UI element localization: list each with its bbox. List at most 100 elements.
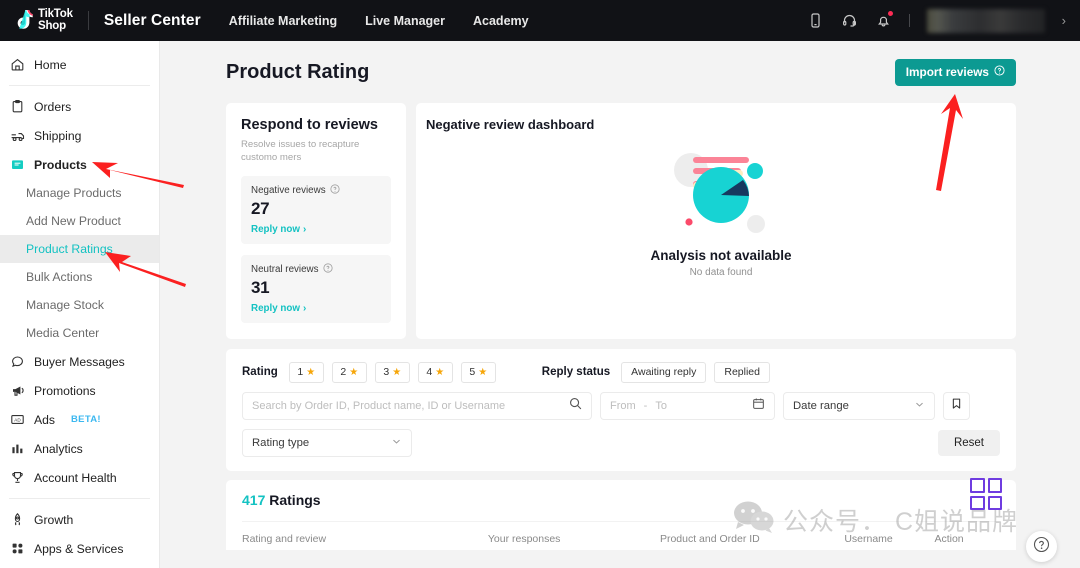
ad-icon: AD [10,412,25,427]
bar-chart-icon [10,441,25,456]
question-circle-icon[interactable] [330,184,340,197]
rating-filter-label: Rating [242,366,278,379]
rating-type-select[interactable]: Rating type [242,428,412,457]
sidebar-item-products[interactable]: Products [0,150,159,179]
search-icon[interactable] [569,397,582,415]
date-from-placeholder: From [610,399,636,412]
sidebar-item-product-ratings[interactable]: Product Ratings [0,235,159,263]
sidebar-label-manage-stock: Manage Stock [26,298,104,312]
negative-reviews-stat: Negative reviews 27 Reply now › [241,175,391,244]
help-floating-button[interactable] [1026,531,1057,562]
search-input-wrapper[interactable] [242,391,592,420]
grid-cell-2 [987,478,1002,493]
sidebar-label-account-health: Account Health [34,470,117,485]
headset-support-icon[interactable] [841,12,858,29]
negative-reply-now-link[interactable]: Reply now › [251,224,381,235]
top-nav-links: Affiliate Marketing Live Manager Academy [229,14,529,28]
dashboard-card-title: Negative review dashboard [426,117,595,132]
bell-notification-icon[interactable] [875,11,893,29]
nav-affiliate-marketing[interactable]: Affiliate Marketing [229,14,337,28]
filters-card: Rating 1 ★ 2 ★ 3 ★ 4 ★ 5 ★ Reply status … [226,348,1016,471]
nav-live-manager[interactable]: Live Manager [365,14,445,28]
negative-reviews-label: Negative reviews [251,184,326,196]
empty-state-subtitle: No data found [689,267,753,278]
sidebar-label-orders: Orders [34,99,72,114]
respond-card-subtitle: Resolve issues to recapture customo mers [241,139,360,163]
sidebar-item-ads[interactable]: AD Ads BETA! [0,405,159,434]
sidebar-label-product-ratings: Product Ratings [26,242,113,256]
negative-reviews-label-row: Negative reviews [251,184,381,197]
rating-chip-1-label: 1 [297,366,304,379]
save-filter-bookmark-button[interactable] [943,391,970,420]
sidebar-label-bulk-actions: Bulk Actions [26,270,93,284]
main-content: Product Rating Import reviews Respond to… [160,41,1080,568]
respond-card-title: Respond to reviews [241,117,378,133]
question-circle-icon [1033,536,1050,558]
calendar-icon[interactable] [752,397,765,415]
neutral-reviews-stat: Neutral reviews 31 Reply now › [241,254,391,323]
grid-cell-1 [970,478,985,493]
sidebar-item-shipping[interactable]: Shipping [0,121,159,150]
sidebar-item-bulk-actions[interactable]: Bulk Actions [0,263,159,291]
star-icon: ★ [478,366,488,378]
question-circle-icon[interactable] [322,263,333,276]
rating-chip-4[interactable]: 4 ★ [417,361,453,383]
sidebar-item-manage-stock[interactable]: Manage Stock [0,291,159,319]
reply-status-chip-replied[interactable]: Replied [714,361,770,383]
chevron-down-icon [391,436,402,450]
neutral-reviews-label: Neutral reviews [251,263,319,275]
reset-filters-button[interactable]: Reset [937,429,1000,456]
sidebar-separator-top [9,85,150,86]
rating-chip-5[interactable]: 5 ★ [460,361,496,383]
sidebar-item-media-center[interactable]: Media Center [0,319,159,347]
app-root: TikTok Shop Seller Center Affiliate Mark… [0,0,1080,568]
sidebar-item-manage-products[interactable]: Manage Products [0,179,159,207]
sidebar-item-home[interactable]: Home [0,50,159,79]
rating-chip-5-label: 5 [469,366,476,379]
ratings-count: 417 Ratings [242,492,1000,508]
logo-line-2: Shop [38,19,66,32]
seller-center-title: Seller Center [103,11,201,29]
empty-state-title: Analysis not available [650,248,792,263]
filter-row-rating-type: Rating type Reset [242,428,1000,457]
sidebar-label-growth: Growth [34,512,74,527]
table-col-product-and-order-id: Product and Order ID [659,532,760,545]
rating-chip-1[interactable]: 1 ★ [288,361,324,383]
rating-chip-3[interactable]: 3 ★ [374,361,410,383]
rating-chip-2[interactable]: 2 ★ [331,361,367,383]
sidebar-item-add-new-product[interactable]: Add New Product [0,207,159,235]
user-account-blurred[interactable] [926,8,1045,33]
ratings-table-card: 417 Ratings Rating and review Your respo… [226,479,1016,550]
date-range-select[interactable]: Date range [783,391,935,420]
home-icon [10,57,25,72]
sidebar-item-growth[interactable]: Growth [0,505,159,534]
date-range-input[interactable]: From - To [600,391,775,420]
chevron-down-icon[interactable]: › [1062,13,1066,28]
tiktok-shop-logo-text: TikTok Shop [38,8,73,32]
logo-line-1: TikTok [38,8,73,20]
mobile-icon[interactable] [807,12,824,29]
sidebar-item-promotions[interactable]: Promotions [0,376,159,405]
import-reviews-button[interactable]: Import reviews [894,58,1016,86]
sidebar-item-analytics[interactable]: Analytics [0,434,159,463]
topbar-divider [908,14,910,27]
sidebar-item-account-health[interactable]: Account Health [0,463,159,492]
neutral-reply-now-link[interactable]: Reply now › [251,303,381,314]
ratings-count-label: Ratings [269,491,321,508]
negative-reply-now-label: Reply now [251,223,300,235]
rating-chip-3-label: 3 [383,366,390,379]
four-square-grid-icon[interactable] [970,478,1002,510]
tiktok-note-icon [14,10,33,31]
chevron-right-icon: › [303,223,307,235]
nav-academy[interactable]: Academy [473,14,529,28]
star-icon: ★ [435,366,445,378]
date-separator: - [643,399,648,412]
sidebar-item-orders[interactable]: Orders [0,92,159,121]
import-reviews-label: Import reviews [905,65,989,79]
tiktok-shop-logo[interactable]: TikTok Shop [14,8,73,32]
truck-icon [10,128,25,143]
reply-status-chip-awaiting[interactable]: Awaiting reply [621,361,707,383]
sidebar-item-buyer-messages[interactable]: Buyer Messages [0,347,159,376]
sidebar-item-apps-services[interactable]: Apps & Services [0,534,159,563]
search-input[interactable] [252,399,569,412]
